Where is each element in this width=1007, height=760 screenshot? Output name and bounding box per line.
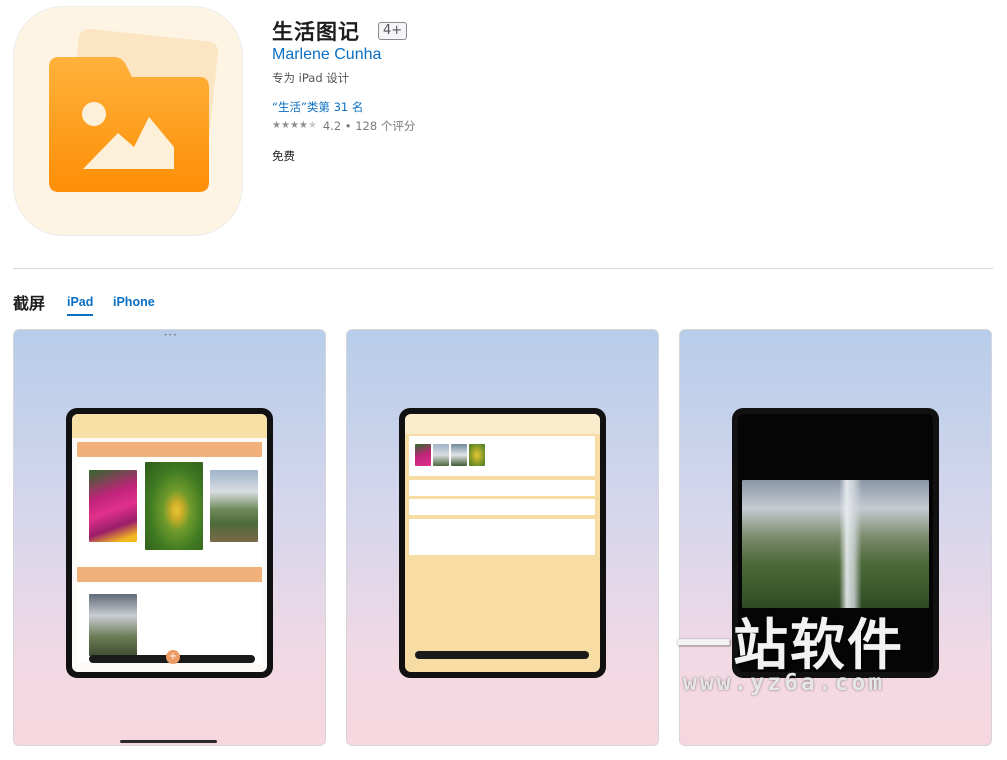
tab-ipad[interactable]: iPad <box>67 295 94 316</box>
screenshot-2[interactable] <box>346 329 659 746</box>
ipad-screen <box>405 414 600 672</box>
tab-iphone[interactable]: iPhone <box>113 295 155 309</box>
star-icon: ★ <box>280 120 290 131</box>
field-card <box>409 480 595 496</box>
designed-for-label: 专为 iPad 设计 <box>272 71 350 85</box>
rating-text: 4.2 • 128 个评分 <box>322 119 416 133</box>
screenshot-1[interactable]: + <box>13 329 326 746</box>
category-rank-link[interactable]: “生活”类第 31 名 <box>272 99 363 115</box>
star-icon: ★ <box>298 120 308 131</box>
age-rating-badge: 4+ <box>378 22 408 40</box>
app-title: 生活图记 <box>272 20 360 44</box>
rating-row: ★ ★ ★ ★ ★ 4.2 • 128 个评分 <box>272 118 415 134</box>
screen-header <box>72 414 267 438</box>
category-bar <box>77 567 262 582</box>
app-icon <box>13 6 243 236</box>
star-empty-icon: ★ <box>307 120 317 131</box>
field-card <box>409 499 595 515</box>
developer-link[interactable]: Marlene Cunha <box>272 46 381 64</box>
ipad-screen: + <box>72 414 267 672</box>
thumb-photo <box>451 444 467 466</box>
screen-header <box>405 414 600 434</box>
save-button-bar <box>415 651 589 659</box>
thumb-photo <box>469 444 485 466</box>
category-bar <box>77 442 262 457</box>
folder-photo-icon <box>49 28 219 192</box>
ipad-frame: + <box>66 408 273 678</box>
star-icon: ★ <box>272 120 281 131</box>
star-rating: ★ ★ ★ ★ ★ <box>272 121 317 131</box>
more-dots-icon: ••• <box>164 332 178 339</box>
fruit-photo <box>145 462 203 550</box>
thumb-photo <box>415 444 431 466</box>
price-label: 免费 <box>272 149 295 163</box>
flower-photo <box>89 470 137 542</box>
add-icon: + <box>166 650 180 664</box>
waterfall-photo-large <box>742 480 929 608</box>
thumb-photo <box>433 444 449 466</box>
note-card <box>409 519 595 555</box>
watermark-text: 一站软件 <box>676 613 905 677</box>
waterfall-photo <box>210 470 258 542</box>
screenshots-heading: 截屏 <box>13 294 46 313</box>
waterfall-photo <box>89 594 137 656</box>
ipad-frame <box>399 408 606 678</box>
scroll-indicator <box>120 740 217 743</box>
star-icon: ★ <box>289 120 299 131</box>
header-divider <box>13 268 993 269</box>
watermark-url: www.yz6a.com <box>683 670 886 696</box>
